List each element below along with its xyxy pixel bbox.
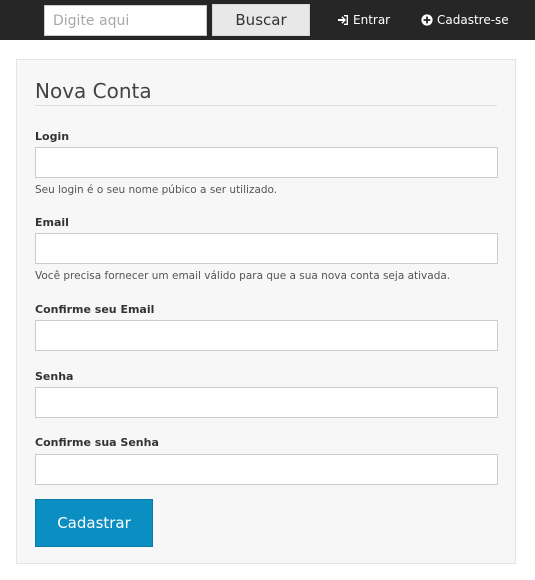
- search-button[interactable]: Buscar: [212, 4, 310, 36]
- password-field[interactable]: [35, 387, 498, 418]
- login-label: Login: [35, 130, 70, 143]
- sign-in-icon: [338, 15, 348, 25]
- login-help-text: Seu login é o seu nome púbico a ser util…: [35, 184, 278, 196]
- login-link[interactable]: Entrar: [337, 0, 390, 40]
- email-label: Email: [35, 216, 69, 229]
- page-title: Nova Conta: [35, 79, 152, 103]
- login-label: Entrar: [353, 13, 391, 27]
- register-button[interactable]: Cadastrar: [35, 499, 153, 547]
- confirm-password-field[interactable]: [35, 454, 498, 485]
- email-field[interactable]: [35, 233, 498, 264]
- signup-label: Cadastre-se: [437, 13, 509, 27]
- confirm-password-label: Confirme sua Senha: [35, 436, 159, 449]
- email-help-text: Você precisa fornecer um email válido pa…: [35, 270, 451, 282]
- top-navbar: Buscar Entrar Cadastre-se: [0, 0, 535, 40]
- plus-circle-icon: [421, 14, 433, 26]
- confirm-email-field[interactable]: [35, 320, 498, 351]
- password-label: Senha: [35, 370, 74, 383]
- search-input[interactable]: [44, 5, 207, 36]
- title-divider: [35, 105, 497, 106]
- new-account-panel: Nova Conta Login Seu login é o seu nome …: [16, 59, 516, 564]
- login-field[interactable]: [35, 147, 498, 178]
- confirm-email-label: Confirme seu Email: [35, 303, 155, 316]
- signup-link[interactable]: Cadastre-se: [421, 0, 509, 40]
